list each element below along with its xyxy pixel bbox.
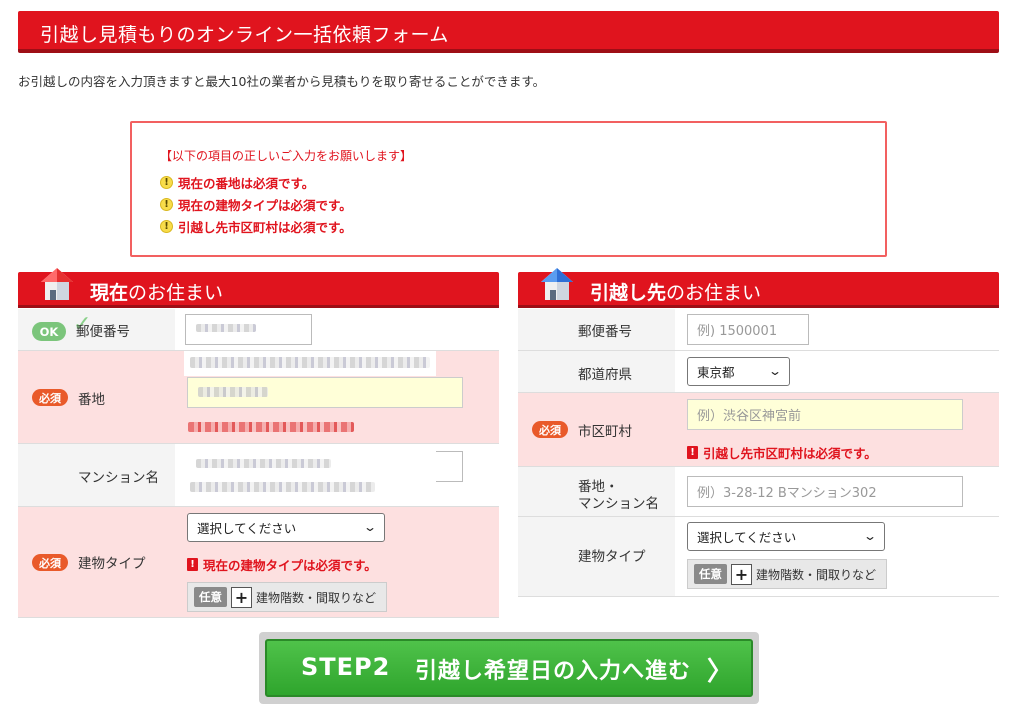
error-icon: ! bbox=[687, 446, 698, 459]
dest-pref-label: 都道府県 bbox=[578, 367, 632, 383]
current-building-label: 建物タイプ bbox=[78, 556, 146, 572]
current-building-select[interactable]: 選択してください ⌄ bbox=[187, 513, 385, 542]
step-text: 引越し希望日の入力へ進む bbox=[415, 659, 692, 684]
current-building-error: ! 現在の建物タイプは必須です。 bbox=[187, 555, 377, 574]
redacted-address-value bbox=[198, 387, 268, 397]
dest-building-select[interactable]: 選択してください ⌄ bbox=[687, 522, 885, 551]
dest-postal-label: 郵便番号 bbox=[578, 324, 632, 340]
options-text: 建物階数・間取りなど bbox=[756, 567, 877, 582]
intro-text: お引越しの内容を入力頂きますと最大10社の業者から見積もりを取り寄せることができ… bbox=[18, 74, 546, 89]
step2-button-frame: STEP2 引越し希望日の入力へ進む 〉 bbox=[259, 632, 759, 704]
dest-address-label-2: マンション名 bbox=[578, 496, 659, 512]
dest-address-input[interactable]: 例）3-28-12 Bマンション302 bbox=[687, 476, 963, 507]
dest-pref-row: 都道府県 東京都 ⌄ bbox=[518, 351, 999, 393]
dest-pref-select[interactable]: 東京都 ⌄ bbox=[687, 357, 790, 386]
redacted-postal-value bbox=[196, 324, 256, 332]
form-title: 引越し見積もりのオンライン一括依頼フォーム bbox=[40, 24, 449, 46]
redacted-address-hint bbox=[190, 357, 430, 368]
required-badge: 必須 bbox=[532, 421, 568, 438]
redacted-mansion-value bbox=[196, 459, 331, 468]
house-blue-icon bbox=[541, 268, 573, 300]
error-text: 現在の建物タイプは必須です。 bbox=[178, 198, 352, 213]
current-address-row: 必須 番地 bbox=[18, 351, 499, 444]
current-address-label: 番地 bbox=[78, 392, 105, 408]
options-text: 建物階数・間取りなど bbox=[256, 590, 377, 605]
optional-badge: 任意 bbox=[694, 564, 727, 584]
error-summary: 【以下の項目の正しいご入力をお願いします】 ! 現在の番地は必須です。 ! 現在… bbox=[130, 121, 887, 257]
optional-badge: 任意 bbox=[194, 587, 227, 607]
current-mansion-row: マンション名 bbox=[18, 444, 499, 507]
required-badge: 必須 bbox=[32, 554, 68, 571]
dest-address-row: 番地・ マンション名 例）3-28-12 Bマンション302 bbox=[518, 467, 999, 517]
current-postal-label: 郵便番号 bbox=[76, 324, 130, 340]
error-text: 引越し先市区町村は必須です。 bbox=[178, 220, 352, 235]
plus-icon[interactable]: + bbox=[231, 586, 252, 608]
step2-button[interactable]: STEP2 引越し希望日の入力へ進む 〉 bbox=[265, 639, 753, 697]
error-item: ! 現在の建物タイプは必須です。 bbox=[160, 195, 352, 214]
redacted-address-error bbox=[188, 422, 354, 432]
current-mansion-label: マンション名 bbox=[78, 470, 159, 486]
current-building-row: 必須 建物タイプ 選択してください ⌄ ! 現在の建物タイプは必須です。 任意 … bbox=[18, 507, 499, 618]
error-summary-heading: 【以下の項目の正しいご入力をお願いします】 bbox=[160, 149, 413, 163]
error-icon: ! bbox=[187, 558, 198, 571]
dest-postal-row: 郵便番号 例) 1500001 bbox=[518, 309, 999, 351]
warning-icon: ! bbox=[160, 198, 173, 211]
error-item: ! 引越し先市区町村は必須です。 bbox=[160, 217, 352, 236]
error-text: 現在の番地は必須です。 bbox=[178, 176, 315, 191]
plus-icon[interactable]: + bbox=[731, 563, 752, 585]
redacted-mansion-hint bbox=[190, 482, 375, 492]
step-number: STEP2 bbox=[301, 653, 391, 681]
chevron-right-icon: 〉 bbox=[706, 657, 733, 687]
dest-building-row: 建物タイプ 選択してください ⌄ 任意 + 建物階数・間取りなど bbox=[518, 517, 999, 597]
current-building-options[interactable]: 任意 + 建物階数・間取りなど bbox=[187, 582, 387, 612]
chevron-down-icon: ⌄ bbox=[862, 529, 878, 543]
dest-city-input[interactable]: 例）渋谷区神宮前 bbox=[687, 399, 963, 430]
destination-header: 引越し先のお住まい bbox=[518, 268, 999, 308]
form-header: 引越し見積もりのオンライン一括依頼フォーム bbox=[18, 11, 999, 53]
current-residence-header: 現在のお住まい bbox=[18, 268, 499, 308]
warning-icon: ! bbox=[160, 220, 173, 233]
dest-city-error: ! 引越し先市区町村は必須です。 bbox=[687, 443, 877, 462]
chevron-down-icon: ⌄ bbox=[767, 364, 783, 378]
current-postal-row: OK ✓ 郵便番号 bbox=[18, 309, 499, 351]
destination-title: 引越し先のお住まい bbox=[590, 282, 762, 304]
chevron-down-icon: ⌄ bbox=[362, 520, 378, 534]
required-badge: 必須 bbox=[32, 389, 68, 406]
dest-postal-input[interactable]: 例) 1500001 bbox=[687, 314, 809, 345]
dest-building-label: 建物タイプ bbox=[578, 549, 646, 565]
house-red-icon bbox=[41, 268, 73, 300]
dest-building-options[interactable]: 任意 + 建物階数・間取りなど bbox=[687, 559, 887, 589]
current-residence-title: 現在のお住まい bbox=[90, 282, 224, 304]
ok-badge: OK bbox=[32, 322, 66, 341]
dest-city-row: 必須 市区町村 例）渋谷区神宮前 ! 引越し先市区町村は必須です。 bbox=[518, 393, 999, 467]
warning-icon: ! bbox=[160, 176, 173, 189]
dest-city-label: 市区町村 bbox=[578, 424, 632, 440]
error-item: ! 現在の番地は必須です。 bbox=[160, 173, 314, 192]
